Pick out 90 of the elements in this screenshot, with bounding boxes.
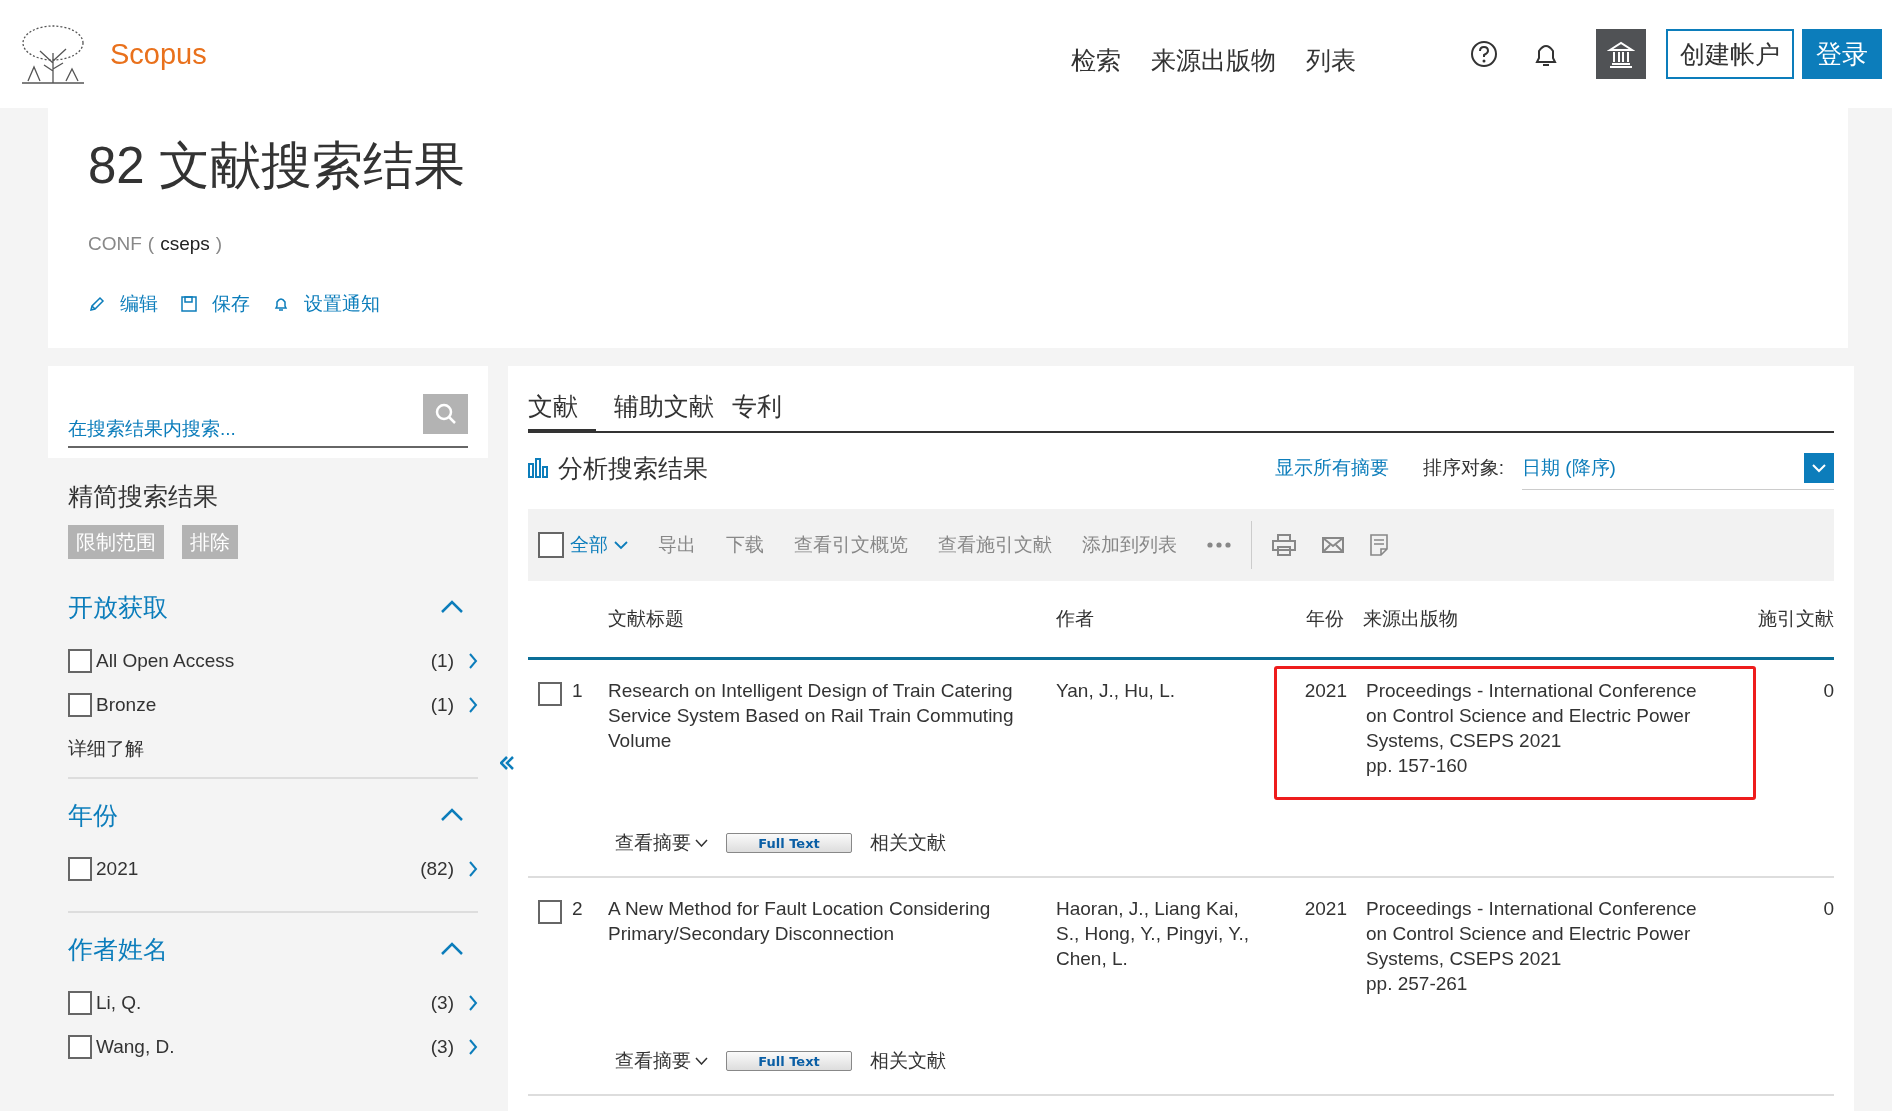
chevron-down-icon[interactable]: [695, 1057, 708, 1065]
filter-option-label[interactable]: Wang, D.: [96, 1036, 427, 1058]
filter-option-label[interactable]: All Open Access: [96, 650, 427, 672]
authors-text[interactable]: Yan, J., Hu, L.: [1056, 678, 1274, 800]
login-button[interactable]: 登录: [1802, 29, 1882, 79]
bar-chart-icon[interactable]: [528, 458, 550, 478]
checkbox[interactable]: [538, 682, 562, 706]
select-all-dropdown[interactable]: 全部: [570, 532, 608, 558]
mail-icon[interactable]: [1322, 537, 1344, 553]
bell-icon: [272, 295, 290, 313]
more-icon[interactable]: [1207, 542, 1231, 548]
section-heading: 精简搜索结果: [68, 481, 219, 512]
institution-icon: [1607, 40, 1635, 68]
column-header[interactable]: 来源出版物: [1363, 606, 1708, 632]
citation-count[interactable]: 0: [1758, 896, 1834, 1018]
citation-count[interactable]: 0: [1758, 678, 1834, 800]
row-number: 2: [572, 897, 584, 921]
filter-group-title[interactable]: 开放获取: [68, 590, 168, 624]
column-header[interactable]: 文献标题: [608, 606, 1056, 632]
chevron-up-icon[interactable]: [440, 942, 464, 956]
chevron-right-icon[interactable]: [468, 696, 478, 714]
tab[interactable]: 专利: [732, 386, 800, 433]
column-header[interactable]: 施引文献: [1758, 606, 1834, 632]
page-title: 82 文献搜索结果: [88, 136, 466, 196]
query-term: cseps: [160, 233, 210, 255]
checkbox[interactable]: [68, 649, 92, 673]
analyze-results-link[interactable]: 分析搜索结果: [558, 451, 708, 485]
sort-dropdown[interactable]: 日期 (降序): [1522, 446, 1834, 490]
checkbox[interactable]: [68, 693, 92, 717]
action-link[interactable]: 设置通知: [304, 291, 380, 317]
nav-link[interactable]: 来源出版物: [1151, 43, 1276, 77]
full-text-button[interactable]: Full Text: [726, 1051, 852, 1071]
document-title-link[interactable]: Research on Intelligent Design of Train Catering Service System Based on Rail Train Commuting Volume: [608, 678, 1056, 800]
filter-option-label[interactable]: Bronze: [96, 694, 427, 716]
document-title-link[interactable]: A New Method for Fault Location Considering Primary/Secondary Disconnection: [608, 896, 1056, 1018]
show-abstracts-link[interactable]: 显示所有摘要: [1274, 455, 1389, 481]
related-documents-link[interactable]: 相关文献: [870, 830, 946, 856]
chevron-right-icon[interactable]: [468, 1038, 478, 1056]
checkbox[interactable]: [68, 857, 92, 881]
column-header[interactable]: 作者: [1056, 606, 1274, 632]
nav-link[interactable]: 检索: [1071, 43, 1121, 77]
year-text: 2021: [1303, 679, 1347, 703]
filter-group-title[interactable]: 作者姓名: [68, 932, 168, 966]
checkbox[interactable]: [538, 532, 564, 558]
filter-count: (82): [420, 858, 454, 880]
pages-text: pp. 257-261: [1366, 972, 1469, 996]
chevron-up-icon[interactable]: [440, 808, 464, 822]
institution-button[interactable]: [1596, 29, 1646, 79]
chevron-right-icon[interactable]: [468, 652, 478, 670]
checkbox[interactable]: [68, 991, 92, 1015]
nav-link[interactable]: 列表: [1306, 43, 1356, 77]
filter-count: (1): [430, 650, 454, 672]
related-documents-link[interactable]: 相关文献: [870, 1048, 946, 1074]
view-abstract-link[interactable]: 查看摘要: [615, 830, 691, 856]
chevron-down-icon[interactable]: [695, 839, 708, 847]
create-account-button[interactable]: 创建帐户: [1666, 29, 1794, 79]
sort-label: 排序对象:: [1422, 456, 1504, 480]
action-link[interactable]: 保存: [212, 291, 250, 317]
chevron-right-icon[interactable]: [468, 860, 478, 878]
chevron-up-icon[interactable]: [440, 600, 464, 614]
tab[interactable]: 辅助文献: [614, 386, 732, 433]
search-icon: [434, 403, 457, 425]
query-bracket: ): [215, 233, 223, 255]
action-link[interactable]: 编辑: [120, 291, 158, 317]
print-icon[interactable]: [1272, 534, 1296, 556]
tab[interactable]: 文献: [528, 386, 596, 433]
filter-option-label[interactable]: Li, Q.: [96, 992, 427, 1014]
filter-count: (3): [430, 992, 454, 1014]
view-abstract-link[interactable]: 查看摘要: [615, 1048, 691, 1074]
column-header[interactable]: 年份: [1282, 606, 1344, 632]
collapse-icon[interactable]: [500, 756, 514, 770]
authors-text[interactable]: Haoran, J., Liang Kai, S., Hong, Y., Pingyi, Y., Chen, L.: [1056, 896, 1274, 1018]
row-number: 1: [572, 679, 584, 703]
filter-count: (1): [430, 694, 454, 716]
pages-text: pp. 157-160: [1366, 754, 1469, 778]
filter-option-label[interactable]: 2021: [96, 858, 417, 880]
learn-more-link[interactable]: 详细了解: [68, 727, 478, 771]
checkbox[interactable]: [68, 1035, 92, 1059]
query-bracket: (: [147, 233, 155, 255]
pdf-icon[interactable]: [1370, 534, 1388, 556]
chevron-right-icon[interactable]: [468, 994, 478, 1012]
query-field: CONF: [88, 233, 142, 255]
pencil-icon: [88, 295, 106, 313]
checkbox[interactable]: [538, 900, 562, 924]
filter-group-title[interactable]: 年份: [68, 798, 118, 832]
filter-count: (3): [430, 1036, 454, 1058]
chevron-down-icon: [1811, 462, 1827, 473]
full-text-button[interactable]: Full Text: [726, 833, 852, 853]
help-icon[interactable]: [1470, 40, 1498, 68]
year-text: 2021: [1303, 897, 1347, 921]
